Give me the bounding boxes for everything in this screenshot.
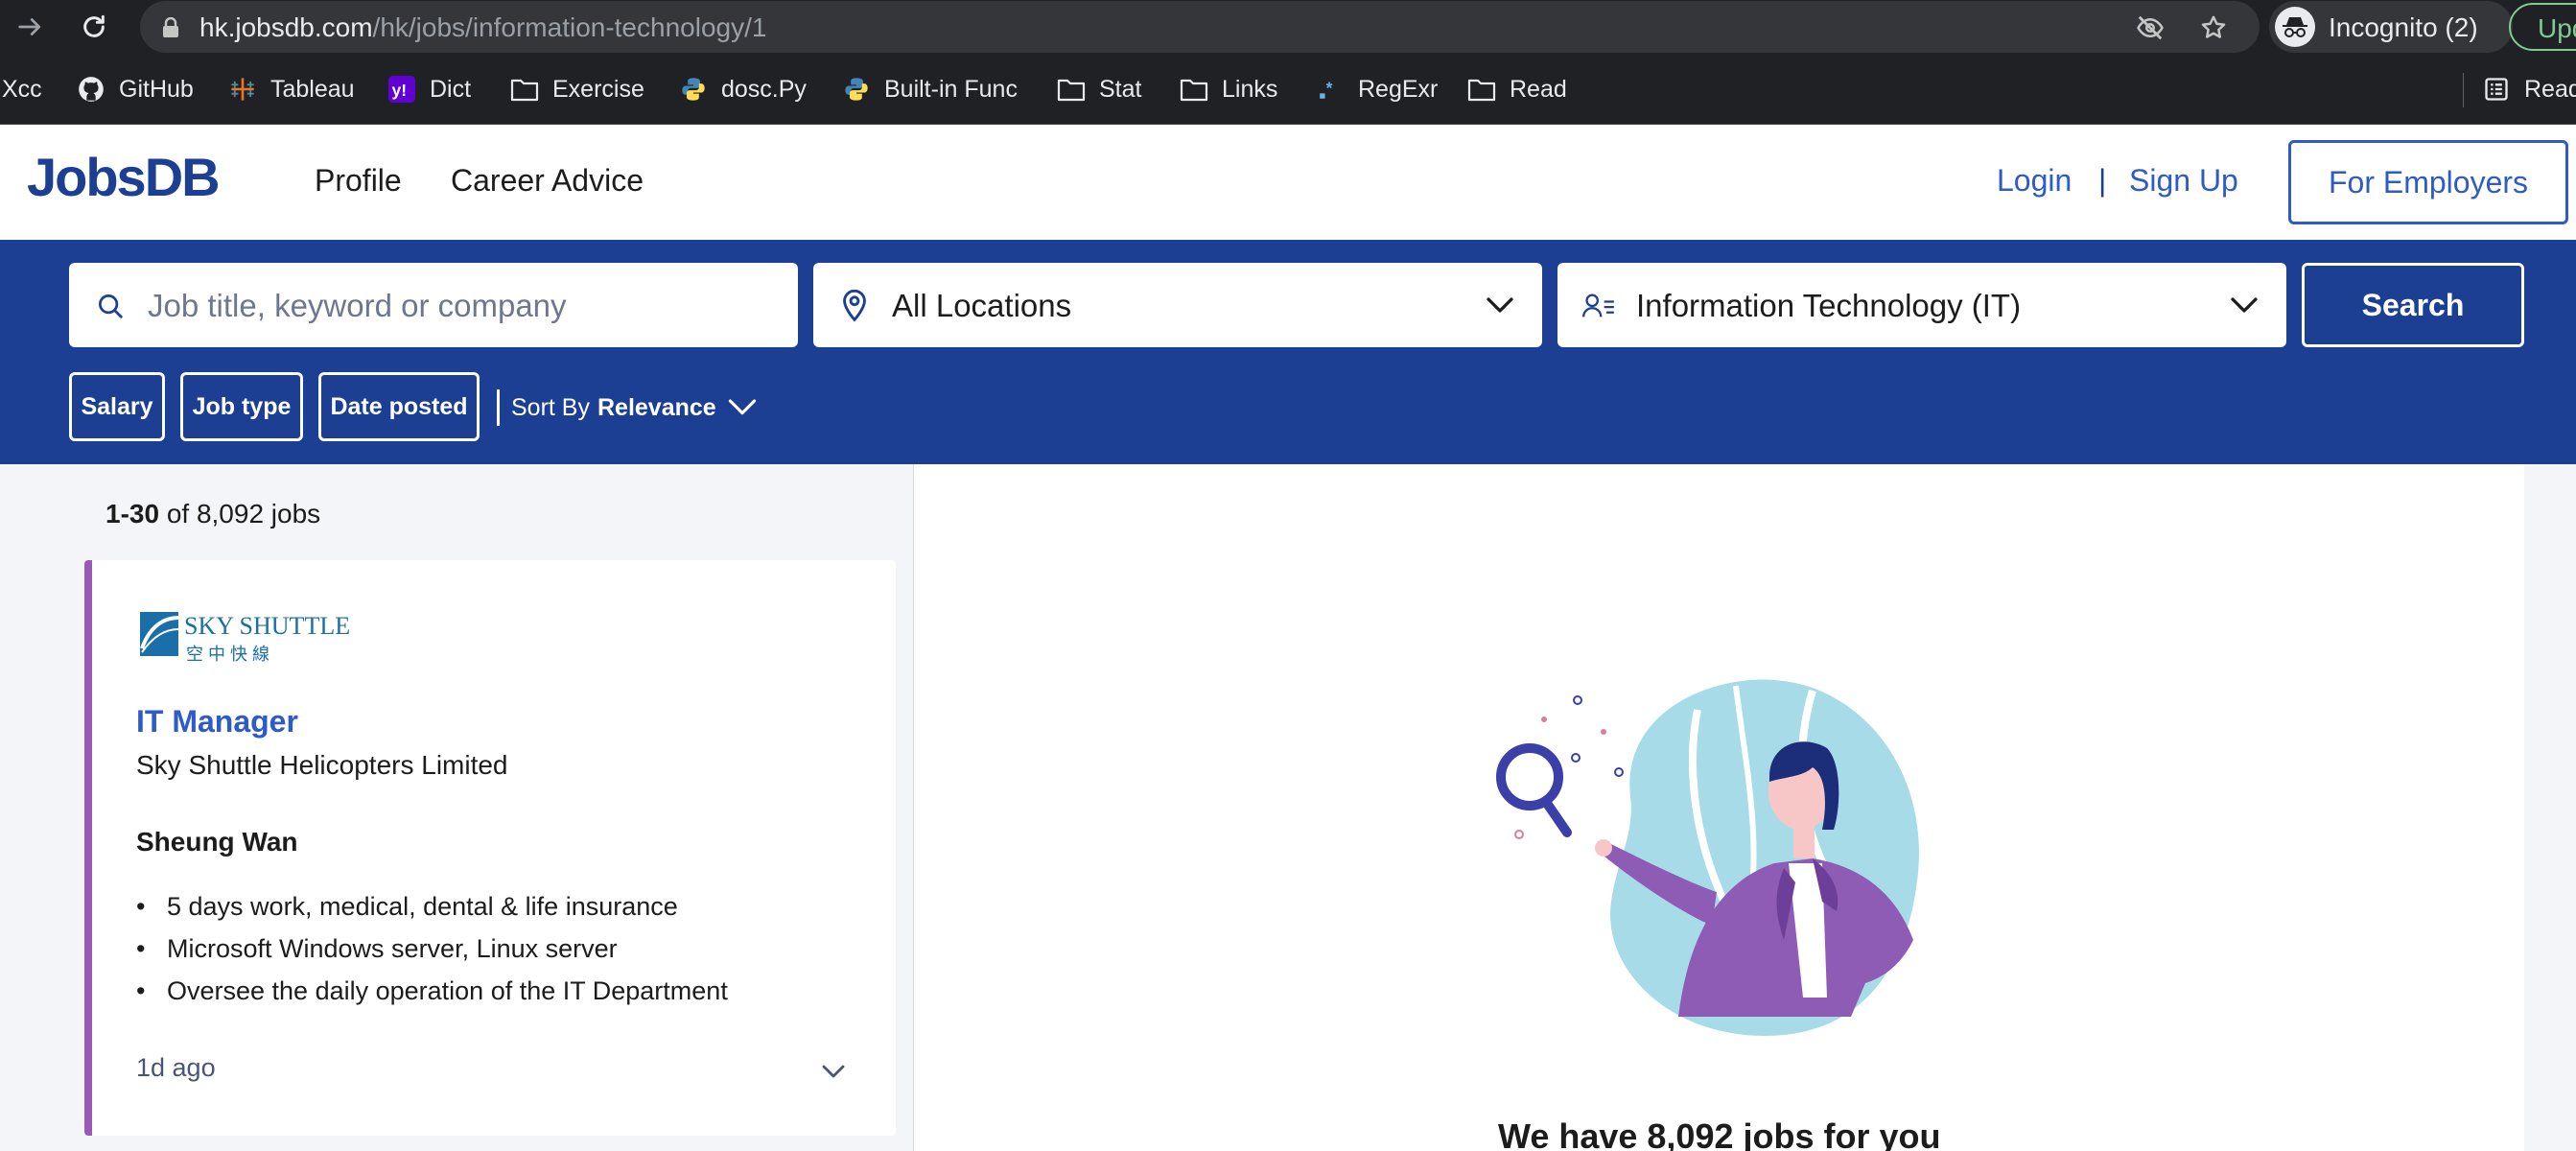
bookmark-separator — [2463, 73, 2464, 107]
classification-icon — [1582, 290, 1615, 322]
svg-text:y!: y! — [392, 81, 408, 100]
location-select[interactable]: All Locations — [813, 263, 1542, 347]
bookmark-label: Built-in Func — [884, 75, 1018, 103]
github-icon — [77, 75, 105, 104]
chevron-down-icon[interactable] — [819, 1057, 848, 1086]
company-name[interactable]: Sky Shuttle Helicopters Limited — [136, 750, 508, 781]
job-card[interactable]: SKY SHUTTLE 空 中 快 線 IT Manager Sky Shutt… — [84, 560, 896, 1136]
yahoo-icon: y! — [387, 75, 416, 104]
reading-list-button[interactable]: Read — [2482, 73, 2576, 106]
job-type-filter[interactable]: Job type — [180, 372, 303, 441]
search-illustration — [1496, 679, 1919, 1036]
header-divider: | — [2098, 163, 2107, 198]
date-posted-filter[interactable]: Date posted — [318, 372, 480, 441]
bookmark-label: dosc.Py — [721, 75, 807, 103]
tableau-icon — [228, 75, 257, 104]
reading-list-icon — [2482, 75, 2511, 104]
python-icon — [842, 75, 871, 104]
reload-icon[interactable] — [75, 8, 113, 46]
job-location: Sheung Wan — [136, 827, 298, 857]
bookmark-label: Links — [1222, 75, 1278, 103]
bookmark-xcc[interactable]: Xcc — [2, 73, 42, 106]
keyword-search-input[interactable]: Job title, keyword or company — [69, 263, 798, 347]
search-bar: Job title, keyword or company All Locati… — [0, 240, 2576, 464]
chevron-down-icon — [728, 399, 756, 415]
python-icon — [679, 75, 708, 104]
bookmark-label: Xcc — [2, 75, 42, 103]
sort-value: Relevance — [597, 393, 716, 421]
for-employers-button[interactable]: For Employers — [2288, 140, 2568, 224]
bookmark-label: Dict — [430, 75, 472, 103]
location-value: All Locations — [892, 288, 1072, 323]
bookmark-links[interactable]: Links — [1180, 73, 1277, 106]
list-item: Oversee the daily operation of the IT De… — [136, 976, 728, 1019]
posted-time: 1d ago — [136, 1053, 216, 1082]
update-button[interactable]: Upd — [2509, 3, 2576, 51]
incognito-icon — [2275, 7, 2315, 47]
bookmark-built-in-func[interactable]: Built-in Func — [842, 73, 1018, 106]
bookmark-regexr[interactable]: * RegExr — [1316, 73, 1438, 106]
bookmark-github[interactable]: GitHub — [77, 73, 194, 106]
jobs-available-headline: We have 8,092 jobs for you — [1498, 1116, 1941, 1151]
bookmark-label: GitHub — [119, 75, 194, 103]
keyword-placeholder: Job title, keyword or company — [148, 288, 567, 323]
folder-icon — [1057, 75, 1086, 104]
map-pin-icon — [838, 290, 871, 322]
svg-text:*: * — [1326, 78, 1333, 97]
bookmark-exercise[interactable]: Exercise — [510, 73, 644, 106]
search-icon — [94, 290, 127, 322]
results-total: of 8,092 jobs — [166, 499, 321, 529]
folder-icon — [1467, 75, 1496, 104]
chevron-down-icon — [2231, 297, 2258, 313]
nav-career-advice[interactable]: Career Advice — [451, 163, 644, 199]
browser-toolbar: hk.jobsdb.com/hk/jobs/information-techno… — [0, 0, 2576, 54]
forward-arrow-icon[interactable] — [12, 8, 50, 46]
company-logo-text: SKY SHUTTLE — [184, 612, 351, 640]
bookmark-tableau[interactable]: Tableau — [228, 73, 355, 106]
bookmark-label: Stat — [1099, 75, 1142, 103]
signup-link[interactable]: Sign Up — [2129, 163, 2238, 199]
classification-value: Information Technology (IT) — [1636, 288, 2022, 323]
bookmarks-bar: Xcc GitHub Tableau y! Dict Exercise dosc… — [0, 54, 2576, 125]
incognito-profile-button[interactable]: Incognito (2) — [2269, 1, 2513, 53]
sort-by-dropdown[interactable]: Sort By Relevance — [497, 389, 759, 426]
url-text: hk.jobsdb.com/hk/jobs/information-techno… — [199, 12, 767, 42]
site-header: JobsDB Profile Career Advice Login | Sig… — [0, 125, 2576, 240]
bookmark-stat[interactable]: Stat — [1057, 73, 1141, 106]
classification-select[interactable]: Information Technology (IT) — [1557, 263, 2286, 347]
nav-profile[interactable]: Profile — [315, 163, 402, 199]
address-bar[interactable]: hk.jobsdb.com/hk/jobs/information-techno… — [140, 1, 2260, 53]
bookmark-dosc-py[interactable]: dosc.Py — [679, 73, 807, 106]
login-link[interactable]: Login — [1997, 163, 2072, 199]
bookmark-label: Tableau — [270, 75, 355, 103]
jobsdb-logo[interactable]: JobsDB — [27, 146, 221, 208]
eye-off-icon[interactable] — [2135, 12, 2166, 43]
salary-filter[interactable]: Salary — [69, 372, 165, 441]
bookmark-label: Exercise — [552, 75, 644, 103]
chevron-down-icon — [1487, 297, 1513, 313]
bookmark-label: Read — [1510, 75, 1567, 103]
search-button[interactable]: Search — [2302, 263, 2524, 347]
folder-icon — [1180, 75, 1208, 104]
job-title-link[interactable]: IT Manager — [136, 704, 298, 740]
bookmark-label: Read — [2524, 75, 2576, 103]
folder-icon — [510, 75, 539, 104]
lock-icon — [161, 16, 180, 43]
results-count: 1-30 of 8,092 jobs — [105, 499, 320, 529]
list-item: 5 days work, medical, dental & life insu… — [136, 892, 728, 934]
results-range: 1-30 — [105, 499, 160, 529]
sort-prefix: Sort By — [511, 393, 590, 421]
list-item: Microsoft Windows server, Linux server — [136, 934, 728, 976]
star-icon[interactable] — [2198, 12, 2229, 43]
bookmark-dict[interactable]: y! Dict — [387, 73, 471, 106]
job-highlights: 5 days work, medical, dental & life insu… — [136, 892, 728, 1019]
incognito-label: Incognito (2) — [2329, 12, 2478, 42]
bookmark-read[interactable]: Read — [1467, 73, 1567, 106]
regexr-icon: * — [1316, 75, 1345, 104]
company-logo-subtext: 空 中 快 線 — [186, 645, 270, 664]
bookmark-label: RegExr — [1358, 75, 1439, 103]
